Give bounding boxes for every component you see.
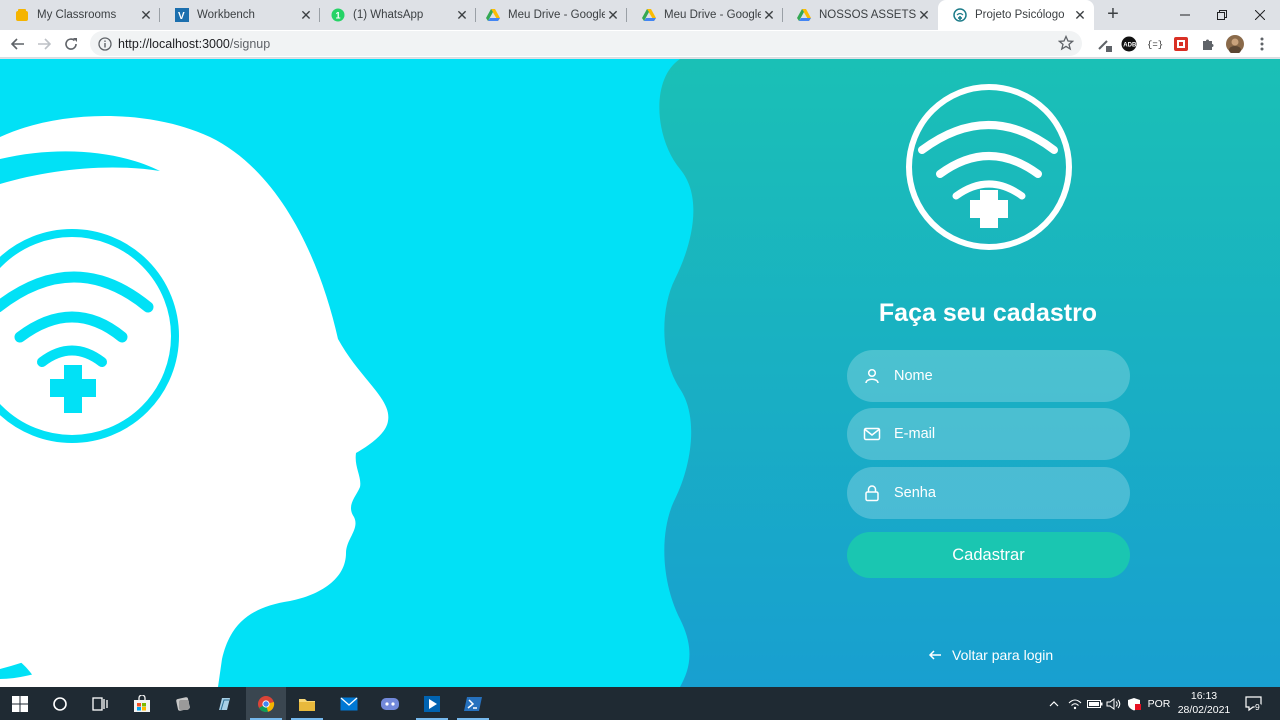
wifi-icon[interactable] bbox=[1066, 687, 1084, 720]
close-tab-icon[interactable]: ✕ bbox=[1072, 7, 1088, 23]
forward-button[interactable] bbox=[32, 32, 56, 56]
language-indicator[interactable]: POR bbox=[1146, 687, 1172, 720]
adblock-icon[interactable]: ADB bbox=[1120, 35, 1138, 53]
tab-title: Projeto Psicólogo bbox=[975, 9, 1065, 21]
whatsapp-icon: 1 bbox=[331, 8, 345, 22]
svg-text:1: 1 bbox=[336, 11, 341, 21]
chevron-up-icon[interactable] bbox=[1045, 687, 1063, 720]
close-window-button[interactable] bbox=[1237, 0, 1280, 30]
close-tab-icon[interactable]: ✕ bbox=[916, 7, 932, 23]
workbench-icon: V bbox=[175, 8, 189, 22]
lock-icon bbox=[865, 485, 879, 502]
svg-text:V: V bbox=[178, 11, 185, 22]
close-tab-icon[interactable]: ✕ bbox=[454, 7, 470, 23]
url-host: http://localhost:3000 bbox=[118, 36, 230, 51]
powershell-icon[interactable] bbox=[453, 687, 493, 720]
address-bar[interactable]: http://localhost:3000/signup bbox=[90, 31, 1082, 56]
page-viewport: Faça seu cadastro Cadastrar Voltar para … bbox=[0, 59, 1280, 687]
browser-toolbar: http://localhost:3000/signup ADB {=} bbox=[0, 30, 1280, 58]
notification-count: 9 bbox=[1255, 702, 1260, 712]
back-to-login-link[interactable]: Voltar para login bbox=[928, 647, 1053, 663]
tab-projeto-psicologo[interactable]: Projeto Psicólogo ✕ bbox=[938, 0, 1094, 30]
tab-title: Workbench bbox=[197, 9, 255, 21]
tab-meu-drive-1[interactable]: Meu Drive - Google Dr ✕ bbox=[471, 0, 627, 30]
tab-title: My Classrooms bbox=[37, 9, 117, 21]
chrome-menu-icon[interactable] bbox=[1253, 35, 1271, 53]
close-tab-icon[interactable]: ✕ bbox=[761, 7, 777, 23]
url-text[interactable]: http://localhost:3000/signup bbox=[118, 37, 270, 51]
classroom-icon bbox=[15, 8, 29, 22]
user-icon bbox=[865, 368, 879, 384]
tab-workbench[interactable]: V Workbench ✕ bbox=[160, 0, 320, 30]
name-field[interactable] bbox=[847, 350, 1130, 402]
tab-title: NOSSOS ASSETS - Goo bbox=[819, 9, 916, 21]
discord-icon[interactable] bbox=[370, 687, 410, 720]
back-to-login-label: Voltar para login bbox=[952, 647, 1054, 663]
security-icon[interactable] bbox=[1125, 687, 1143, 720]
browser-tabstrip: My Classrooms ✕ V Workbench ✕ 1 (1) What… bbox=[0, 0, 1280, 30]
notes-icon[interactable] bbox=[204, 687, 244, 720]
new-tab-button[interactable]: + bbox=[1101, 3, 1125, 27]
clock[interactable]: 16:13 28/02/2021 bbox=[1172, 689, 1236, 717]
signup-button[interactable]: Cadastrar bbox=[847, 532, 1130, 578]
close-tab-icon[interactable]: ✕ bbox=[138, 7, 154, 23]
svg-text:ADB: ADB bbox=[1123, 43, 1137, 49]
media-player-icon[interactable] bbox=[412, 687, 452, 720]
google-drive-icon bbox=[486, 8, 500, 22]
windows-taskbar: POR 16:13 28/02/2021 9 bbox=[0, 687, 1280, 720]
site-icon bbox=[953, 8, 967, 22]
url-path: /signup bbox=[229, 36, 271, 51]
name-input[interactable] bbox=[894, 350, 1130, 402]
clock-date: 28/02/2021 bbox=[1177, 704, 1231, 716]
app-logo bbox=[906, 84, 1072, 250]
puzzle-icon[interactable] bbox=[1199, 35, 1217, 53]
clock-time: 16:13 bbox=[1190, 690, 1218, 702]
tab-title: Meu Drive - Google Dr bbox=[664, 9, 761, 21]
email-field[interactable] bbox=[847, 408, 1130, 460]
google-drive-icon bbox=[797, 8, 811, 22]
back-button[interactable] bbox=[6, 32, 30, 56]
page-title: Faça seu cadastro bbox=[878, 299, 1098, 327]
reload-button[interactable] bbox=[59, 32, 83, 56]
eyedropper-icon[interactable] bbox=[1095, 35, 1113, 53]
info-icon[interactable] bbox=[98, 36, 112, 51]
notification-center-icon[interactable]: 9 bbox=[1242, 687, 1266, 720]
files-icon[interactable] bbox=[163, 687, 203, 720]
close-tab-icon[interactable]: ✕ bbox=[605, 7, 621, 23]
svg-text:{=}: {=} bbox=[1147, 40, 1163, 50]
windows-start-icon[interactable] bbox=[0, 687, 40, 720]
json-viewer-icon[interactable]: {=} bbox=[1146, 35, 1164, 53]
battery-icon[interactable] bbox=[1086, 687, 1104, 720]
store-icon[interactable] bbox=[122, 687, 162, 720]
task-view-icon[interactable] bbox=[80, 687, 120, 720]
arrow-left-icon bbox=[928, 650, 941, 660]
tab-whatsapp[interactable]: 1 (1) WhatsApp ✕ bbox=[316, 0, 476, 30]
tab-title: Meu Drive - Google Dr bbox=[508, 9, 605, 21]
search-icon[interactable] bbox=[40, 687, 80, 720]
close-tab-icon[interactable]: ✕ bbox=[298, 7, 314, 23]
email-input[interactable] bbox=[894, 408, 1130, 460]
tab-meu-drive-2[interactable]: Meu Drive - Google Dr ✕ bbox=[627, 0, 783, 30]
extension-red-icon[interactable] bbox=[1172, 35, 1190, 53]
tab-nossos-assets[interactable]: NOSSOS ASSETS - Goo ✕ bbox=[782, 0, 938, 30]
tab-title: (1) WhatsApp bbox=[353, 9, 424, 21]
tab-my-classrooms[interactable]: My Classrooms ✕ bbox=[0, 0, 160, 30]
profile-avatar[interactable] bbox=[1226, 35, 1244, 53]
google-drive-icon bbox=[642, 8, 656, 22]
bookmark-star-icon[interactable] bbox=[1058, 35, 1074, 51]
mail-icon[interactable] bbox=[329, 687, 369, 720]
password-input[interactable] bbox=[894, 467, 1130, 519]
password-field[interactable] bbox=[847, 467, 1130, 519]
mail-icon bbox=[863, 427, 881, 441]
chrome-icon[interactable] bbox=[246, 687, 286, 720]
file-explorer-icon[interactable] bbox=[287, 687, 327, 720]
volume-icon[interactable] bbox=[1105, 687, 1123, 720]
